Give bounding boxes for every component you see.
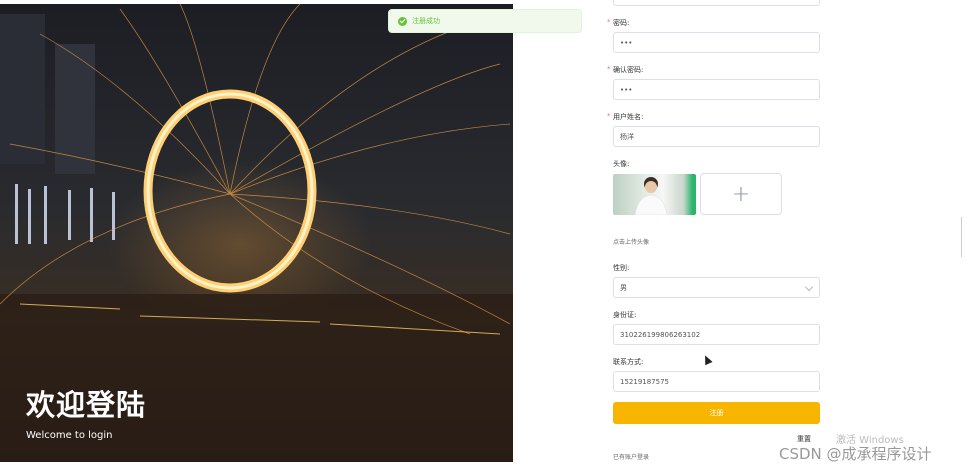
check-circle-icon: [398, 16, 407, 26]
gender-select[interactable]: 男: [613, 277, 820, 298]
success-toast: 注册成功: [388, 9, 582, 33]
hero-title: 欢迎登陆: [26, 388, 147, 422]
person-photo: [634, 177, 668, 215]
toast-text: 注册成功: [412, 17, 440, 25]
scrollbar[interactable]: [957, 0, 966, 471]
previous-field-input[interactable]: [613, 0, 820, 6]
password-label: * 密码:: [607, 18, 630, 27]
avatar-hint: 点击上传头像: [613, 239, 650, 246]
avatar-label: 头像:: [613, 160, 630, 168]
register-button[interactable]: 注册: [613, 402, 820, 424]
avatar-preview[interactable]: [613, 174, 696, 215]
hero-background: 欢迎登陆 Welcome to login: [0, 4, 513, 462]
gender-value: 男: [620, 283, 627, 292]
login-link[interactable]: 已有账户登录: [613, 452, 649, 461]
confirm-password-label: * 确认密码:: [607, 65, 644, 74]
confirm-password-input[interactable]: •••: [613, 79, 820, 100]
id-card-label: 身份证:: [613, 311, 637, 319]
name-label: * 用户姓名:: [607, 112, 644, 121]
phone-input[interactable]: 15219187575: [613, 371, 820, 392]
mouse-cursor-icon: [701, 353, 713, 366]
chevron-down-icon: [804, 282, 814, 292]
password-input[interactable]: •••: [613, 32, 820, 53]
plus-icon: +: [731, 181, 751, 207]
phone-label: 联系方式:: [613, 358, 644, 366]
name-input[interactable]: 杨洋: [613, 126, 820, 147]
gender-label: 性别:: [613, 264, 630, 272]
avatar-upload-button[interactable]: +: [700, 173, 782, 215]
hero-subtitle: Welcome to login: [26, 430, 113, 441]
csdn-watermark: CSDN @成承程序设计: [779, 445, 932, 463]
id-card-input[interactable]: 310226199806263102: [613, 324, 820, 345]
